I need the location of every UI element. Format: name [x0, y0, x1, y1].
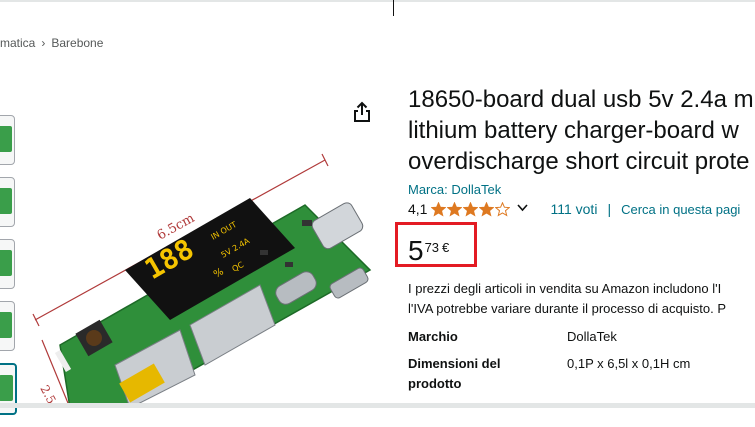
- thumbnail[interactable]: [0, 301, 15, 351]
- star-icon: [479, 201, 495, 216]
- price-currency: €: [442, 240, 450, 255]
- share-button[interactable]: [350, 100, 374, 124]
- vat-notice: I prezzi degli articoli in vendita su Am…: [408, 279, 726, 319]
- breadcrumb-item[interactable]: Barebone: [51, 36, 103, 50]
- star-icon: [463, 201, 479, 216]
- product-title: 18650-board dual usb 5v 2.4a m lithium b…: [408, 84, 755, 177]
- breadcrumb: matica › Barebone: [0, 36, 103, 50]
- star-icon: [447, 201, 463, 216]
- ratings-count-link[interactable]: 111 voti: [550, 201, 597, 217]
- title-line: lithium battery charger-board w: [408, 117, 739, 144]
- spec-value: 0,1P x 6,5l x 0,1H cm: [567, 356, 691, 371]
- title-line: 18650-board dual usb 5v 2.4a m: [408, 86, 754, 113]
- spec-label: Marchio: [408, 329, 458, 344]
- product-image[interactable]: 6.5cm 2.5cm 188 % IN OUT 5V 2.4A QC: [30, 150, 385, 408]
- rating-row: 4,1 111 voti | Cerca in questa pagi: [408, 201, 740, 217]
- price-fraction: 73: [424, 240, 440, 255]
- top-divider: [0, 0, 755, 2]
- star-rating[interactable]: [431, 201, 511, 217]
- brand-link[interactable]: Marca: DollaTek: [408, 182, 501, 197]
- thumbnail-strip: [0, 115, 17, 427]
- title-line: overdischarge short circuit prote: [408, 148, 750, 175]
- price: 573 €: [408, 236, 449, 266]
- separator: |: [607, 201, 612, 217]
- star-icon: [431, 201, 447, 216]
- thumbnail[interactable]: [0, 115, 15, 165]
- breadcrumb-item[interactable]: matica: [0, 36, 35, 50]
- share-icon: [354, 101, 370, 122]
- spec-label: Dimensioni del prodotto: [408, 354, 548, 394]
- thumbnail[interactable]: [0, 239, 15, 289]
- search-page-link[interactable]: Cerca in questa pagi: [621, 202, 740, 217]
- rating-value: 4,1: [408, 201, 428, 217]
- star-icon: [495, 201, 511, 216]
- vat-line: l'IVA potrebbe variare durante il proces…: [408, 301, 727, 316]
- breadcrumb-separator: ›: [41, 36, 46, 50]
- spec-value: DollaTek: [567, 329, 617, 344]
- spec-label-line: Dimensioni del: [408, 356, 501, 371]
- thumbnail[interactable]: [0, 177, 15, 227]
- vat-line: I prezzi degli articoli in vendita su Am…: [408, 281, 722, 296]
- spec-label-line: prodotto: [408, 376, 462, 391]
- price-whole: 5: [408, 235, 424, 266]
- chevron-down-icon[interactable]: [517, 203, 529, 215]
- bottom-divider: [0, 403, 755, 408]
- top-divider-mark: [393, 0, 394, 16]
